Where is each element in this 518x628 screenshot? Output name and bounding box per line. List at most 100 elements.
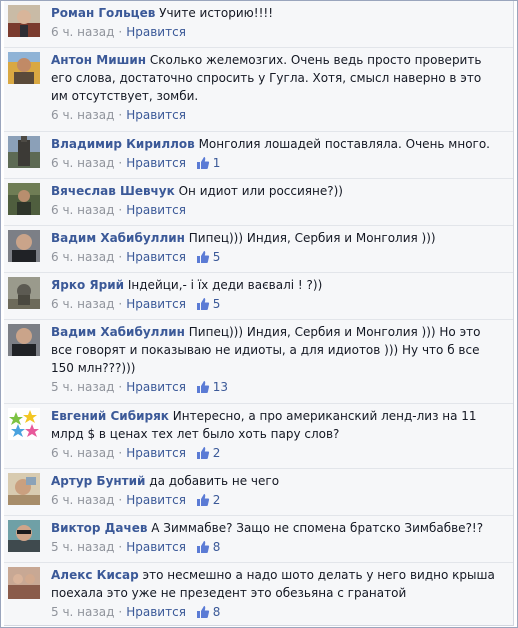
like-count[interactable]: 8 — [196, 605, 221, 619]
comment-item: Вадим Хабибуллин Пипец))) Индия, Сербия … — [4, 226, 513, 273]
like-count-value: 2 — [212, 493, 221, 507]
comment-text: Учите историю!!!! — [159, 6, 274, 20]
avatar[interactable] — [8, 473, 40, 505]
avatar[interactable] — [8, 52, 40, 84]
avatar[interactable] — [8, 277, 40, 309]
comment-item: Виктор Дачев А Зиммабве? Защо не спомена… — [4, 516, 513, 563]
comment-item: Антон Мишин Сколько желемозгих. Очень ве… — [4, 48, 513, 132]
comment-time[interactable]: 6 ч. назад — [51, 25, 114, 39]
comment-meta: 6 ч. назад · Нравится — [51, 106, 501, 124]
like-count-value: 13 — [212, 380, 229, 394]
comment-author[interactable]: Алекс Кисар — [51, 568, 139, 582]
comment-text: А Зиммабве? Защо не спомена братско Зимб… — [151, 521, 484, 535]
comment-time[interactable]: 6 ч. назад — [51, 446, 114, 460]
comment-author[interactable]: Роман Гольцев — [51, 6, 155, 20]
like-count[interactable]: 5 — [196, 297, 220, 311]
comment-meta: 5 ч. назад · Нравится 13 — [51, 378, 501, 396]
like-link[interactable]: Нравится — [126, 297, 186, 311]
comment-text: Пипец))) Индия, Сербия и Монголия ))) — [188, 231, 436, 245]
thumbs-up-icon — [196, 298, 209, 310]
avatar[interactable] — [8, 5, 40, 37]
comment-item: Евгений Сибиряк Интересно, а про америка… — [4, 404, 513, 469]
thumbs-up-icon — [196, 447, 209, 459]
comment-time[interactable]: 6 ч. назад — [51, 203, 114, 217]
like-link[interactable]: Нравится — [126, 605, 186, 619]
like-count[interactable]: 1 — [196, 156, 221, 170]
separator-dot: · — [118, 493, 123, 507]
thumbs-up-icon — [196, 606, 209, 618]
like-count-value: 8 — [212, 540, 221, 554]
like-link[interactable]: Нравится — [126, 250, 186, 264]
separator-dot: · — [118, 203, 123, 217]
comment-author[interactable]: Вадим Хабибуллин — [51, 325, 185, 339]
comment-meta: 6 ч. назад · Нравится 2 — [51, 444, 501, 462]
like-count[interactable]: 2 — [196, 446, 221, 460]
comment-author[interactable]: Виктор Дачев — [51, 521, 147, 535]
separator-dot: · — [118, 446, 123, 460]
separator-dot: · — [118, 25, 123, 39]
like-count-value: 1 — [212, 156, 221, 170]
comment-meta: 5 ч. назад · Нравится 8 — [51, 603, 501, 621]
comment-item: Роман Гольцев Учите историю!!!! 6 ч. наз… — [4, 1, 513, 48]
comment-author[interactable]: Артур Бунтий — [51, 474, 145, 488]
comment-item: Вадим Хабибуллин Пипец))) Индия, Сербия … — [4, 320, 513, 404]
comment-time[interactable]: 5 ч. назад — [51, 380, 114, 394]
like-count[interactable]: 2 — [196, 493, 221, 507]
separator-dot: · — [118, 108, 123, 122]
comments-list: Роман Гольцев Учите историю!!!! 6 ч. наз… — [4, 1, 514, 626]
separator-dot: · — [118, 297, 123, 311]
like-count[interactable]: 5 — [196, 250, 221, 264]
like-link[interactable]: Нравится — [126, 25, 186, 39]
avatar[interactable] — [8, 520, 40, 552]
comment-time[interactable]: 6 ч. назад — [51, 297, 114, 311]
like-link[interactable]: Нравится — [126, 108, 186, 122]
separator-dot: · — [118, 380, 123, 394]
comment-text: Он идиот или россияне?)) — [178, 184, 343, 198]
comment-author[interactable]: Вячеслав Шевчук — [51, 184, 175, 198]
comment-item: Вячеслав Шевчук Он идиот или россияне?))… — [4, 179, 513, 226]
comment-item: Алекс Кисар это несмешно а надо шото дел… — [4, 563, 513, 625]
comment-author[interactable]: Вадим Хабибуллин — [51, 231, 185, 245]
thumbs-up-icon — [196, 541, 209, 553]
comment-meta: 5 ч. назад · Нравится 8 — [51, 538, 501, 556]
comment-time[interactable]: 5 ч. назад — [51, 540, 114, 554]
comment-time[interactable]: 6 ч. назад — [51, 156, 114, 170]
like-link[interactable]: Нравится — [126, 446, 186, 460]
like-count-value: 5 — [212, 250, 221, 264]
like-count-value: 8 — [212, 605, 221, 619]
like-link[interactable]: Нравится — [126, 380, 186, 394]
comment-time[interactable]: 6 ч. назад — [51, 493, 114, 507]
comment-meta: 6 ч. назад · Нравится 5 — [51, 248, 501, 266]
comment-author[interactable]: Владимир Кириллов — [51, 137, 195, 151]
avatar[interactable] — [8, 230, 40, 262]
comment-item: Ярко Ярий Індейци,- і їх деди ваєвалі ! … — [4, 273, 513, 320]
comment-time[interactable]: 6 ч. назад — [51, 108, 114, 122]
comment-text: Індейци,- і їх деди ваєвалі ! ?)) — [127, 278, 323, 292]
avatar[interactable] — [8, 567, 40, 599]
comment-meta: 6 ч. назад · Нравится — [51, 201, 501, 219]
like-count-value: 2 — [212, 446, 221, 460]
like-count[interactable]: 8 — [196, 540, 221, 554]
avatar[interactable] — [8, 408, 40, 440]
comment-meta: 6 ч. назад · Нравится 5 — [51, 295, 501, 313]
like-link[interactable]: Нравится — [126, 540, 186, 554]
comment-meta: 6 ч. назад · Нравится 1 — [51, 154, 501, 172]
thumbs-up-icon — [196, 157, 209, 169]
comment-author[interactable]: Евгений Сибиряк — [51, 409, 169, 423]
comment-time[interactable]: 6 ч. назад — [51, 250, 114, 264]
comment-author[interactable]: Антон Мишин — [51, 53, 146, 67]
avatar[interactable] — [8, 324, 40, 356]
comment-item: Артур Бунтий да добавить не чего 6 ч. на… — [4, 469, 513, 516]
avatar[interactable] — [8, 183, 40, 215]
separator-dot: · — [118, 540, 123, 554]
like-link[interactable]: Нравится — [126, 156, 186, 170]
comment-author[interactable]: Ярко Ярий — [51, 278, 124, 292]
like-count[interactable]: 13 — [196, 380, 228, 394]
separator-dot: · — [118, 605, 123, 619]
avatar[interactable] — [8, 136, 40, 168]
like-link[interactable]: Нравится — [126, 203, 186, 217]
comment-meta: 6 ч. назад · Нравится 2 — [51, 491, 501, 509]
comment-time[interactable]: 5 ч. назад — [51, 605, 114, 619]
like-link[interactable]: Нравится — [126, 493, 186, 507]
thumbs-up-icon — [196, 494, 209, 506]
